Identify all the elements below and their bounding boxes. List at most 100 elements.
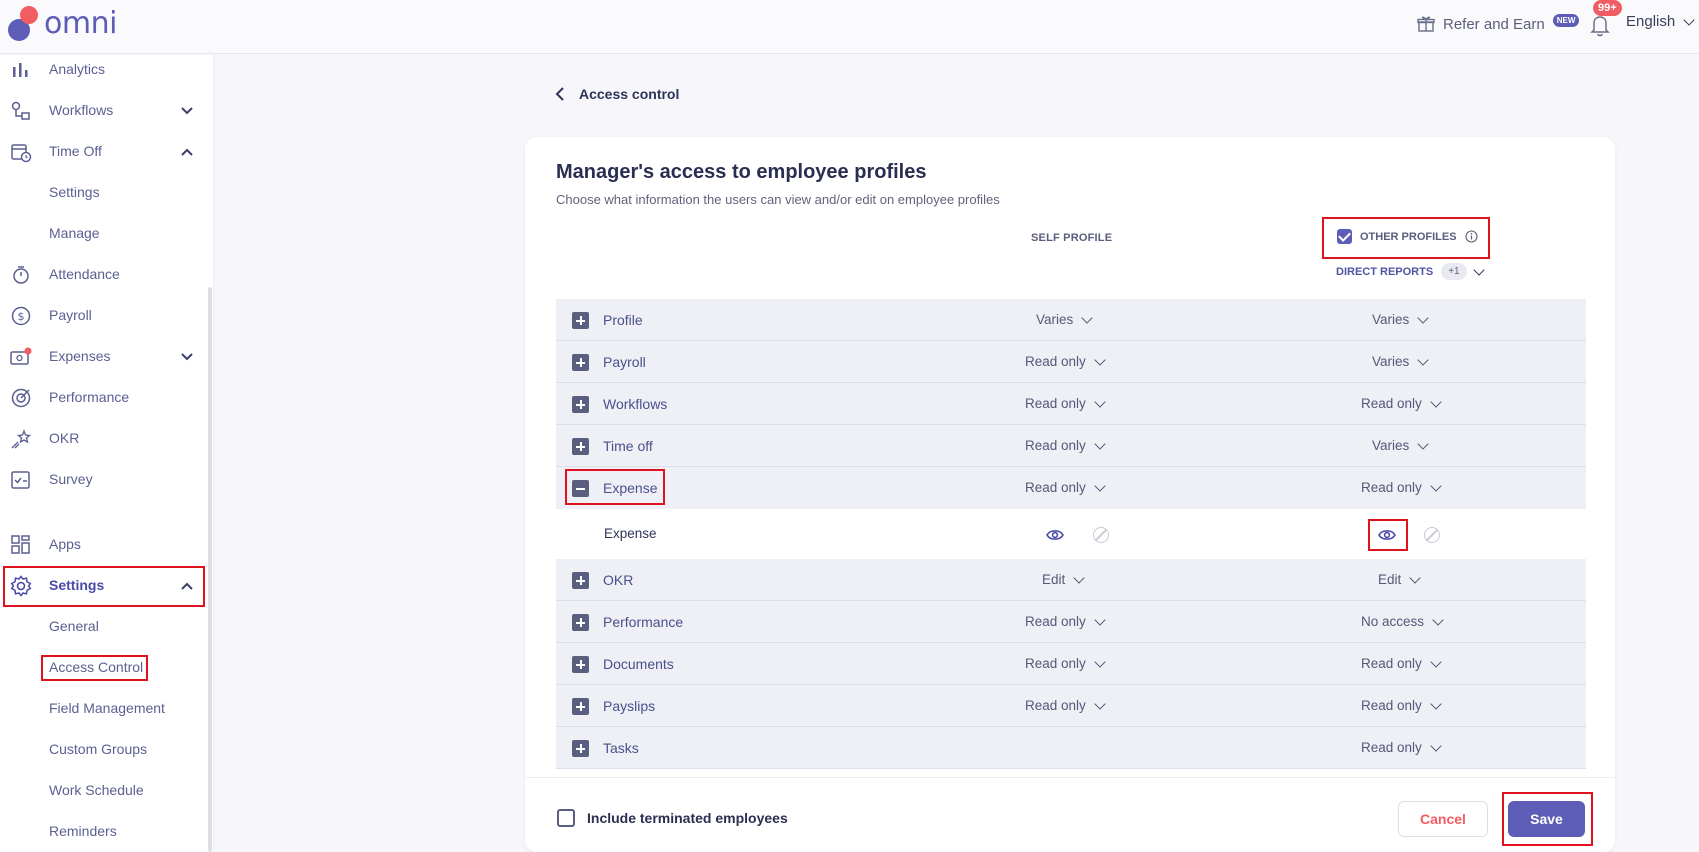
chevron-down-icon[interactable] — [180, 104, 194, 118]
direct-reports-selector[interactable]: DIRECT REPORTS +1 — [1336, 263, 1485, 280]
table-row-payslips[interactable]: Payslips Read only Read only — [556, 685, 1586, 727]
sidebar-sub-custom-groups[interactable]: Custom Groups — [49, 741, 147, 757]
row-name: Profile — [603, 312, 643, 328]
self-access-select[interactable]: Read only — [1025, 697, 1106, 713]
expand-icon[interactable] — [572, 396, 589, 413]
table-row-profile[interactable]: Profile Varies Varies — [556, 299, 1586, 341]
chevron-down-icon — [1094, 655, 1106, 668]
table-row-okr[interactable]: OKR Edit Edit — [556, 559, 1586, 601]
sidebar-item-okr[interactable]: OKR — [0, 418, 205, 458]
cancel-button[interactable]: Cancel — [1398, 801, 1488, 837]
include-terminated-label: Include terminated employees — [587, 810, 788, 826]
sidebar-item-label: Analytics — [49, 61, 106, 77]
include-terminated-checkbox[interactable]: Include terminated employees — [557, 809, 788, 827]
self-access-select[interactable]: Varies — [1036, 311, 1093, 327]
row-name: Time off — [603, 438, 653, 454]
direct-reports-count-pill: +1 — [1441, 263, 1467, 280]
expand-icon[interactable] — [572, 354, 589, 371]
other-access-value: Read only — [1361, 740, 1422, 755]
gift-icon — [1417, 16, 1435, 32]
sidebar-item-workflows[interactable]: Workflows — [0, 90, 205, 130]
table-row-workflows[interactable]: Workflows Read only Read only — [556, 383, 1586, 425]
expand-icon[interactable] — [572, 312, 589, 329]
sidebar-scrollbar[interactable] — [208, 287, 212, 852]
other-access-select[interactable]: No access — [1361, 613, 1444, 629]
other-access-value: Varies — [1372, 354, 1410, 369]
row-name: Documents — [603, 656, 674, 672]
chevron-down-icon — [1430, 739, 1442, 752]
stopwatch-icon — [13, 266, 29, 284]
sidebar-sub-timeoff-settings[interactable]: Settings — [49, 184, 100, 200]
expand-icon[interactable] — [572, 614, 589, 631]
self-access-select[interactable]: Read only — [1025, 613, 1106, 629]
table-row-expense[interactable]: Expense Read only Read only — [556, 467, 1586, 509]
table-row-documents[interactable]: Documents Read only Read only — [556, 643, 1586, 685]
row-name: Workflows — [603, 396, 668, 412]
sidebar-item-label: OKR — [49, 430, 80, 446]
sidebar-sub-timeoff-manage[interactable]: Manage — [49, 225, 100, 241]
sidebar-item-label: Expenses — [49, 348, 111, 364]
self-access-select[interactable]: Read only — [1025, 395, 1106, 411]
other-access-select[interactable]: Read only — [1361, 697, 1442, 713]
chevron-down-icon — [1094, 353, 1106, 366]
table-row-time-off[interactable]: Time off Read only Varies — [556, 425, 1586, 467]
refer-and-earn-link[interactable]: Refer and Earn NEW — [1417, 12, 1580, 36]
eye-icon[interactable] — [1046, 529, 1064, 541]
table-row-payroll[interactable]: Payroll Read only Varies — [556, 341, 1586, 383]
other-access-select[interactable]: Edit — [1378, 571, 1421, 587]
self-access-select[interactable]: Read only — [1025, 437, 1106, 453]
sidebar-item-payroll[interactable]: $ Payroll — [0, 295, 205, 335]
sidebar-item-performance[interactable]: Performance — [0, 377, 205, 417]
other-access-select[interactable]: Read only — [1361, 479, 1442, 495]
chevron-down-icon[interactable] — [180, 350, 194, 364]
expand-icon[interactable] — [572, 438, 589, 455]
self-access-select[interactable]: Read only — [1025, 353, 1106, 369]
sidebar-item-time-off[interactable]: Time Off — [0, 131, 205, 171]
self-access-select[interactable]: Edit — [1042, 571, 1085, 587]
other-access-select[interactable]: Read only — [1361, 655, 1442, 671]
expand-icon[interactable] — [572, 656, 589, 673]
chevron-down-icon — [1094, 395, 1106, 408]
expand-icon[interactable] — [572, 572, 589, 589]
other-access-select[interactable]: Varies — [1372, 353, 1429, 369]
other-access-value: Read only — [1361, 396, 1422, 411]
chevron-down-icon — [1430, 697, 1442, 710]
table-row-tasks[interactable]: Tasks Read only — [556, 727, 1586, 769]
sidebar-sub-reminders[interactable]: Reminders — [49, 823, 117, 839]
expand-icon[interactable] — [572, 698, 589, 715]
self-access-value: Edit — [1042, 572, 1066, 587]
self-access-select[interactable]: Read only — [1025, 479, 1106, 495]
chevron-left-icon[interactable] — [555, 87, 565, 101]
other-access-select[interactable]: Varies — [1372, 437, 1429, 453]
sidebar-item-attendance[interactable]: Attendance — [0, 254, 205, 294]
chevron-down-icon — [1472, 263, 1485, 276]
sidebar-item-label: Workflows — [49, 102, 114, 118]
sidebar-item-analytics[interactable]: Analytics — [0, 55, 205, 89]
other-access-select[interactable]: Read only — [1361, 395, 1442, 411]
self-access-select[interactable]: Read only — [1025, 655, 1106, 671]
omni-logo[interactable]: omni — [8, 6, 128, 41]
self-access-value: Read only — [1025, 698, 1086, 713]
sidebar-item-label: Attendance — [49, 266, 120, 282]
sidebar-item-expenses[interactable]: Expenses — [0, 336, 205, 376]
other-access-value: Read only — [1361, 698, 1422, 713]
sidebar-sub-general[interactable]: General — [49, 618, 99, 634]
breadcrumb[interactable]: Access control — [555, 86, 679, 102]
chevron-up-icon[interactable] — [180, 145, 194, 159]
sidebar-sub-work-schedule[interactable]: Work Schedule — [49, 782, 144, 798]
sidebar-item-survey[interactable]: Survey — [0, 459, 205, 499]
table-row-performance[interactable]: Performance Read only No access — [556, 601, 1586, 643]
sidebar-sub-field-management[interactable]: Field Management — [49, 700, 165, 716]
chevron-down-icon — [1683, 13, 1695, 26]
language-selector[interactable]: English — [1626, 13, 1695, 30]
other-access-select[interactable]: Varies — [1372, 311, 1429, 327]
checkbox-box[interactable] — [557, 809, 575, 827]
no-access-icon[interactable] — [1093, 527, 1109, 543]
other-access-select[interactable]: Read only — [1361, 739, 1442, 755]
self-access-value: Read only — [1025, 354, 1086, 369]
subrow-name: Expense — [604, 526, 657, 541]
sidebar-item-apps[interactable]: Apps — [0, 524, 205, 564]
language-label: English — [1626, 13, 1676, 30]
expand-icon[interactable] — [572, 740, 589, 757]
no-access-icon[interactable] — [1424, 527, 1440, 543]
